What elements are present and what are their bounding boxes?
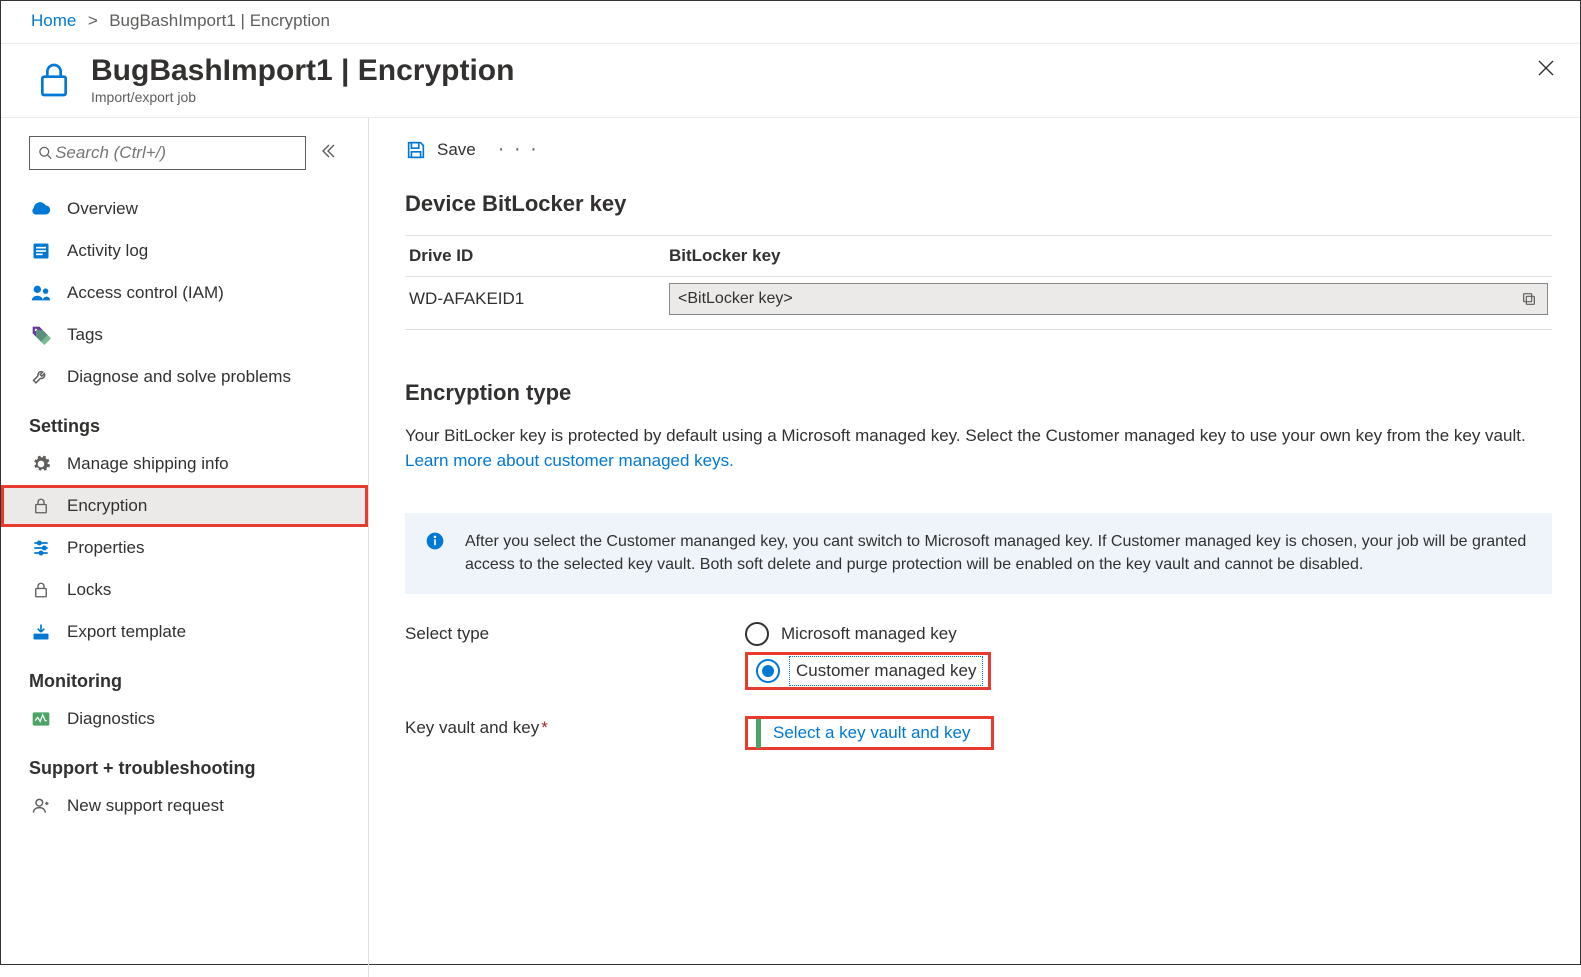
copy-button[interactable] (1517, 291, 1541, 307)
close-button[interactable] (1536, 58, 1556, 78)
search-icon (38, 145, 53, 161)
bitlocker-heading: Device BitLocker key (405, 191, 1552, 217)
select-key-vault-link[interactable]: Select a key vault and key (773, 723, 971, 742)
breadcrumb-current: BugBashImport1 | Encryption (109, 11, 330, 30)
encryption-type-desc: Your BitLocker key is protected by defau… (405, 424, 1552, 449)
chevron-right-icon: > (83, 11, 102, 30)
sidebar-item-label: Access control (IAM) (67, 283, 224, 303)
radio-icon (745, 622, 769, 646)
save-button[interactable]: Save (405, 139, 476, 161)
people-icon (29, 281, 53, 305)
sidebar-item-diagnose[interactable]: Diagnose and solve problems (1, 356, 368, 398)
sidebar-item-activity-log[interactable]: Activity log (1, 230, 368, 272)
bitlocker-key-input[interactable] (676, 289, 1517, 309)
diagnostics-icon (29, 707, 53, 731)
select-type-label: Select type (405, 622, 745, 644)
main-content: Save · · · Device BitLocker key Drive ID… (369, 118, 1580, 977)
sidebar-item-label: Properties (67, 538, 144, 558)
export-icon (29, 620, 53, 644)
sidebar-item-label: Encryption (67, 496, 147, 516)
sidebar-item-export-template[interactable]: Export template (1, 611, 368, 653)
lock-icon (31, 57, 77, 103)
cloud-icon (29, 197, 53, 221)
support-icon (29, 794, 53, 818)
drive-id-value: WD-AFAKEID1 (409, 289, 669, 309)
page-header: BugBashImport1 | Encryption Import/expor… (1, 44, 1580, 118)
encryption-type-heading: Encryption type (405, 380, 1552, 406)
sidebar-item-label: Overview (67, 199, 138, 219)
sidebar-item-label: Manage shipping info (67, 454, 229, 474)
gear-icon (29, 452, 53, 476)
info-box: After you select the Customer mananged k… (405, 513, 1552, 594)
sidebar-item-encryption[interactable]: Encryption (1, 485, 368, 527)
sidebar-item-support-request[interactable]: New support request (1, 785, 368, 827)
lock-icon (29, 494, 53, 518)
sidebar-item-overview[interactable]: Overview (1, 188, 368, 230)
bitlocker-key-field[interactable] (669, 283, 1548, 315)
wrench-icon (29, 365, 53, 389)
sidebar-item-properties[interactable]: Properties (1, 527, 368, 569)
tags-icon (29, 323, 53, 347)
lock-icon (29, 578, 53, 602)
copy-icon (1521, 291, 1537, 307)
radio-label: Microsoft managed key (781, 624, 957, 644)
toolbar-more-button[interactable]: · · · (498, 138, 539, 161)
col-header-drive: Drive ID (409, 246, 669, 266)
sidebar-item-tags[interactable]: Tags (1, 314, 368, 356)
sidebar-section-support: Support + troubleshooting (1, 740, 368, 785)
sidebar-item-label: Activity log (67, 241, 148, 261)
bitlocker-table: Drive ID BitLocker key WD-AFAKEID1 (405, 235, 1552, 330)
sidebar-item-label: New support request (67, 796, 224, 816)
col-header-key: BitLocker key (669, 246, 1548, 266)
sidebar-item-locks[interactable]: Locks (1, 569, 368, 611)
sidebar-item-label: Diagnose and solve problems (67, 367, 291, 387)
key-vault-label: Key vault and key* (405, 716, 745, 738)
sidebar-search[interactable] (29, 136, 306, 170)
sidebar-item-label: Diagnostics (67, 709, 155, 729)
radio-microsoft-managed[interactable]: Microsoft managed key (745, 622, 1552, 646)
sidebar-item-label: Export template (67, 622, 186, 642)
save-icon (405, 139, 427, 161)
radio-icon (756, 659, 780, 683)
toolbar-button-label: Save (437, 140, 476, 160)
activity-log-icon (29, 239, 53, 263)
search-input[interactable] (53, 142, 297, 164)
page-subtitle: Import/export job (91, 89, 514, 105)
collapse-sidebar-button[interactable] (320, 143, 340, 163)
page-title: BugBashImport1 | Encryption (91, 54, 514, 87)
sidebar-section-settings: Settings (1, 398, 368, 443)
radio-label: Customer managed key (792, 659, 980, 683)
info-text: After you select the Customer mananged k… (465, 531, 1532, 576)
sidebar-item-iam[interactable]: Access control (IAM) (1, 272, 368, 314)
info-icon (425, 531, 447, 553)
sidebar-item-label: Locks (67, 580, 111, 600)
properties-icon (29, 536, 53, 560)
sidebar: Overview Activity log Access control (IA… (1, 118, 369, 977)
breadcrumb-home-link[interactable]: Home (31, 11, 76, 30)
sidebar-item-shipping[interactable]: Manage shipping info (1, 443, 368, 485)
toolbar: Save · · · (405, 138, 1552, 161)
radio-customer-managed[interactable]: Customer managed key (756, 659, 980, 683)
required-indicator: * (541, 718, 548, 737)
sidebar-section-monitoring: Monitoring (1, 653, 368, 698)
sidebar-item-label: Tags (67, 325, 103, 345)
breadcrumb: Home > BugBashImport1 | Encryption (1, 1, 1580, 44)
sidebar-item-diagnostics[interactable]: Diagnostics (1, 698, 368, 740)
table-row: WD-AFAKEID1 (405, 277, 1552, 330)
learn-more-link[interactable]: Learn more about customer managed keys. (405, 451, 734, 470)
